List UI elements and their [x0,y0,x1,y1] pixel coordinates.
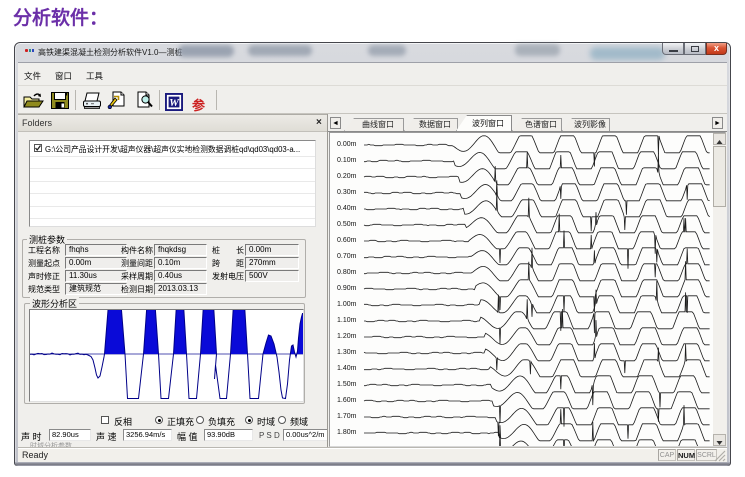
svg-text:W: W [169,97,180,109]
